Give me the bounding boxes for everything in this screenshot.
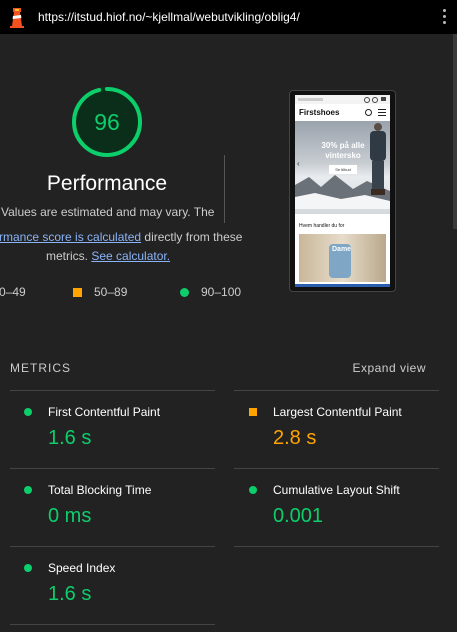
preview-banner-text: 30% på alle vintersko — [321, 141, 365, 160]
description-text-metrics: metrics. — [46, 249, 92, 263]
metrics-divider — [10, 390, 215, 391]
preview-banner: 30% på alle vintersko Se tilbud ‹ — [295, 121, 390, 214]
lighthouse-logo-icon — [10, 8, 24, 28]
see-calculator-link[interactable]: See calculator. — [91, 249, 170, 263]
scrollbar[interactable] — [453, 34, 457, 229]
preview-prev-arrow-icon: ‹ — [297, 159, 300, 168]
average-status-icon — [249, 408, 257, 416]
preview-section-title: Hvem handler du for — [299, 223, 345, 229]
more-options-icon[interactable] — [443, 9, 447, 25]
metrics-divider — [234, 546, 439, 547]
description-line-3: metrics. See calculator. — [46, 249, 170, 263]
page-screenshot-preview[interactable]: Firstshoes 30% på alle vintersko Se tilb… — [289, 90, 396, 292]
preview-search-bar — [298, 98, 323, 101]
preview-screen: Firstshoes 30% på alle vintersko Se tilb… — [295, 95, 390, 287]
metrics-divider — [10, 546, 215, 547]
metric-fcp-value: 1.6 s — [48, 427, 92, 449]
metric-si-value: 1.6 s — [48, 583, 92, 605]
metric-si-name: Speed Index — [48, 561, 116, 575]
expand-view-toggle[interactable]: Expand view — [352, 361, 426, 375]
legend-fail-label: 0–49 — [0, 285, 26, 299]
pass-status-icon — [24, 564, 32, 572]
legend-pass-label: 90–100 — [201, 285, 242, 299]
preview-bag-icon — [381, 97, 386, 101]
legend-average-label: 50–89 — [94, 285, 128, 299]
description-text: directly from these — [141, 230, 243, 244]
preview-menu-icon — [378, 109, 386, 110]
preview-person — [367, 123, 387, 203]
metric-cls-value: 0.001 — [273, 505, 324, 527]
preview-bottom-strip — [295, 284, 390, 287]
preview-header-strip — [295, 95, 390, 104]
preview-brand: Firstshoes — [299, 108, 340, 117]
preview-card: Dame — [299, 234, 386, 282]
performance-title: Performance — [46, 172, 168, 195]
metrics-divider — [10, 468, 215, 469]
pass-status-icon — [24, 486, 32, 494]
preview-card-label: Dame — [332, 246, 352, 253]
preview-banner-button: Se tilbud — [329, 165, 357, 174]
legend-pass: 90–100 — [180, 285, 241, 299]
description-line-1: Values are estimated and may vary. The — [1, 205, 215, 219]
metric-fcp-name: First Contentful Paint — [48, 405, 161, 419]
score-calculated-link[interactable]: rmance score is calculated — [0, 230, 141, 244]
legend-fail: 0–49 — [0, 285, 26, 299]
metrics-heading: METRICS — [10, 361, 71, 375]
metric-tbt-name: Total Blocking Time — [48, 483, 152, 497]
url-text: https://itstud.hiof.no/~kjellmal/webutvi… — [38, 10, 300, 24]
orange-square-icon — [73, 288, 82, 298]
metrics-divider — [234, 468, 439, 469]
metric-lcp-name: Largest Contentful Paint — [273, 405, 402, 419]
green-circle-icon — [180, 288, 189, 298]
description-line-2: rmance score is calculated directly from… — [0, 230, 242, 244]
preview-heart-icon — [364, 97, 370, 103]
preview-user-icon — [372, 97, 378, 103]
performance-score: 96 — [94, 109, 120, 135]
metric-tbt-value: 0 ms — [48, 505, 92, 527]
metric-cls-name: Cumulative Layout Shift — [273, 483, 400, 497]
metrics-divider — [234, 390, 439, 391]
preview-search-icon — [365, 109, 372, 116]
metrics-divider — [10, 624, 215, 625]
metric-lcp-value: 2.8 s — [273, 427, 317, 449]
pass-status-icon — [249, 486, 257, 494]
pass-status-icon — [24, 408, 32, 416]
divider — [224, 155, 225, 223]
top-bar: https://itstud.hiof.no/~kjellmal/webutvi… — [0, 0, 457, 34]
legend-average: 50–89 — [73, 285, 127, 299]
